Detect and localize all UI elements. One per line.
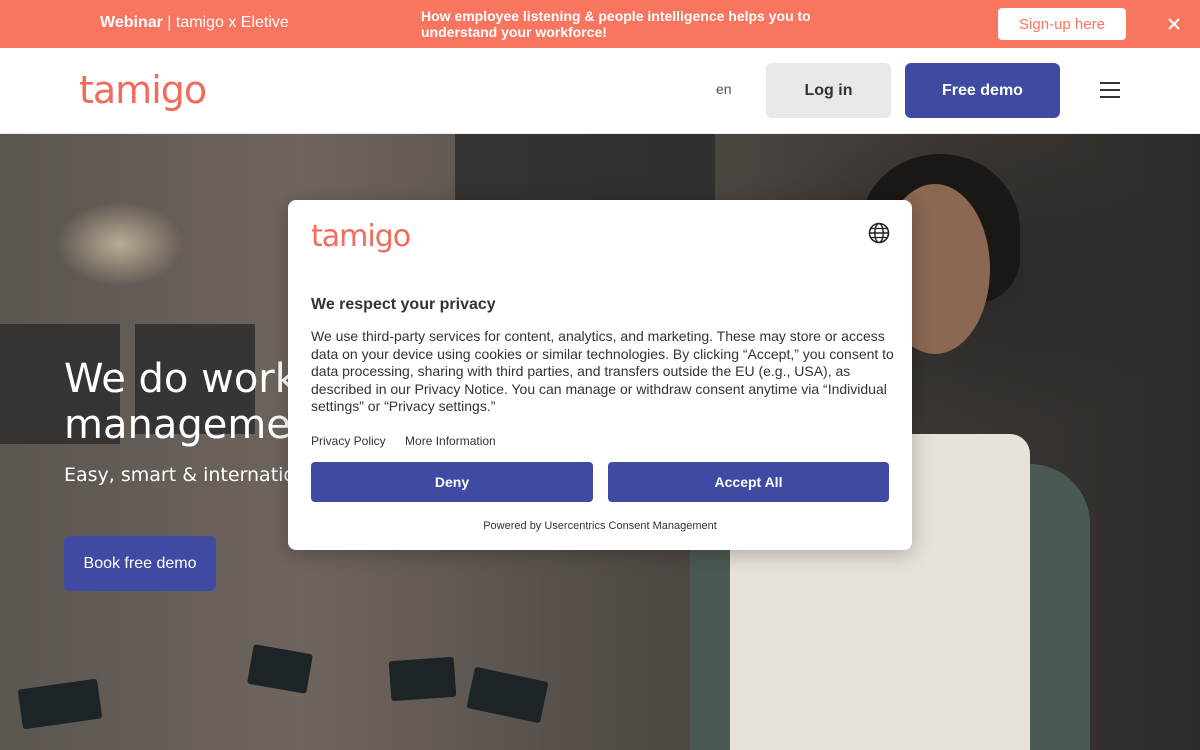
site-header: tamigo en Log in Free demo	[0, 48, 1200, 134]
hero-title-line2: managemen	[64, 402, 317, 448]
privacy-policy-link[interactable]: Privacy Policy	[311, 434, 386, 448]
hamburger-menu-icon[interactable]	[1100, 82, 1120, 100]
consent-body: We use third-party services for content,…	[311, 328, 894, 414]
close-icon[interactable]	[1164, 14, 1184, 34]
price-sign	[246, 644, 314, 694]
consent-title: We respect your privacy	[311, 296, 496, 313]
price-sign	[466, 666, 549, 724]
webinar-banner: Webinar | tamigo x Eletive How employee …	[0, 0, 1200, 48]
price-sign	[388, 656, 457, 702]
consent-dialog: tamigo We respect your privacy We use th…	[288, 200, 912, 550]
banner-tag: Webinar | tamigo x Eletive	[100, 14, 289, 32]
free-demo-button[interactable]: Free demo	[905, 63, 1060, 118]
consent-links: Privacy Policy More Information	[311, 434, 512, 448]
price-sign	[17, 678, 103, 730]
language-selector[interactable]: en	[716, 81, 732, 97]
login-button[interactable]: Log in	[766, 63, 891, 118]
consent-logo: tamigo	[311, 219, 411, 254]
signup-button[interactable]: Sign-up here	[998, 8, 1126, 40]
hero-title: We do workf managemen	[64, 356, 316, 448]
tamigo-logo[interactable]: tamigo	[79, 68, 207, 112]
powered-by-text: Powered by Usercentrics Consent Manageme…	[483, 520, 717, 532]
globe-icon[interactable]	[868, 222, 890, 244]
more-information-link[interactable]: More Information	[405, 434, 496, 448]
hero-subtitle: Easy, smart & internationa	[64, 464, 319, 486]
banner-message: How employee listening & people intellig…	[421, 8, 811, 40]
banner-tag-bold: Webinar	[100, 14, 163, 31]
banner-tag-rest: | tamigo x Eletive	[162, 14, 289, 31]
hero-title-line1: We do workf	[64, 356, 312, 402]
book-demo-button[interactable]: Book free demo	[64, 536, 216, 591]
deny-button[interactable]: Deny	[311, 462, 593, 502]
accept-all-button[interactable]: Accept All	[608, 462, 889, 502]
